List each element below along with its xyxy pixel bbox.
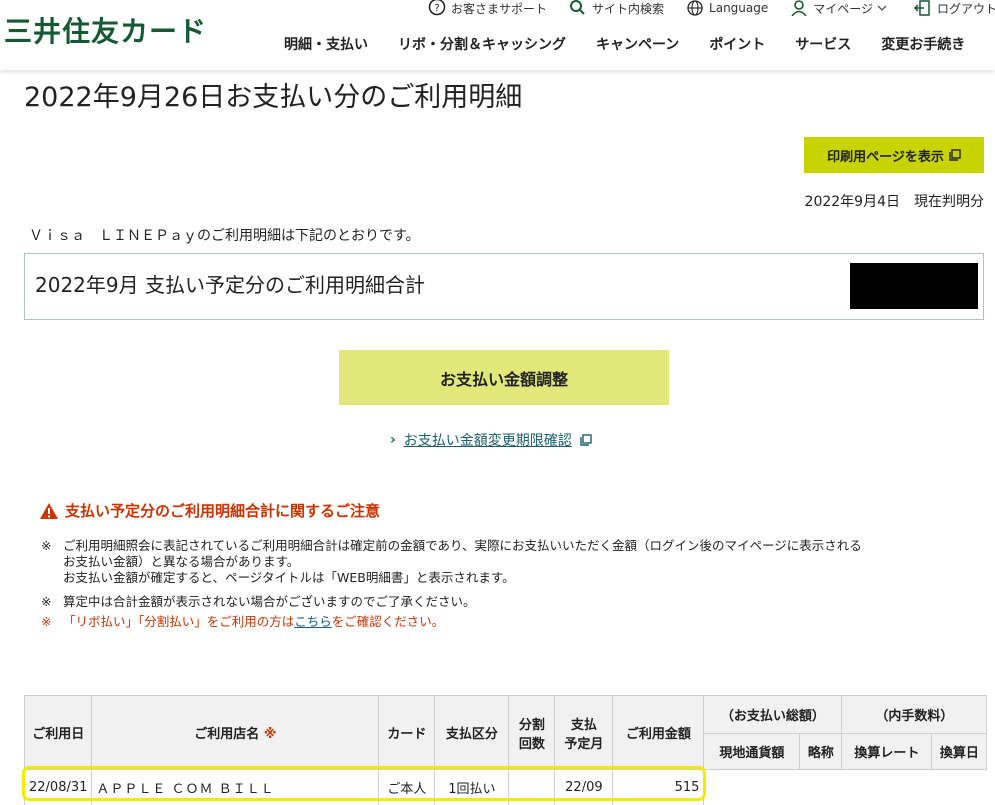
cell-conv-date [931, 769, 987, 805]
notice-line: お支払い金額が確定すると、ページタイトルは「WEB明細書」と表示されます。 [63, 570, 515, 585]
col-header-rate: 換算レート [841, 733, 933, 770]
site-header: 三井住友カード ? お客さまサポート サイト内検索 Language マイページ… [0, 0, 995, 70]
language-link[interactable]: Language [686, 0, 768, 16]
payment-adjust-button[interactable]: お支払い金額調整 [339, 350, 669, 405]
cell-store: ＡＰＰＬＥ ＣＯＭ ＢＩＬＬ [91, 769, 380, 805]
notice-line: お支払い金額）と異なる場合があります。 [63, 554, 300, 569]
gnav-campaign[interactable]: キャンペーン [596, 34, 679, 54]
col-header-fee-group: （内手数料） [841, 695, 988, 734]
payment-change-deadline-label: お支払い金額変更期限確認 [403, 433, 572, 449]
gnav-services[interactable]: サービス [795, 34, 851, 54]
gnav-statement[interactable]: 明細・支払い [284, 34, 368, 54]
col-header-store: ご利用店名 ※ [91, 695, 380, 770]
print-page-label: 印刷用ページを表示 [827, 149, 944, 165]
notice-line: ご利用明細照会に表記されているご利用明細合計は確定前の金額であり、実際にお支払い… [63, 538, 862, 553]
intro-text: Ｖｉｓａ ＬＩＮＥＰａｙのご利用明細は下記のとおりです。 [29, 228, 420, 244]
cell-date: 22/08/31 [23, 769, 93, 805]
external-window-icon [949, 149, 961, 161]
print-page-button[interactable]: 印刷用ページを表示 [804, 137, 984, 173]
svg-text:?: ? [434, 3, 439, 14]
utility-nav: ? お客さまサポート サイト内検索 Language マイページ ログアウト [428, 0, 995, 16]
cell-rate [841, 769, 932, 805]
statement-table: ご利用日 ご利用店名 ※ カード 支払区分 分割回数 支払予定月 ご利用金額 （… [23, 695, 988, 805]
col-header-total-group: （お支払い総額） [703, 695, 843, 734]
gnav-points[interactable]: ポイント [709, 34, 765, 54]
col-header-installments-2: 回数 [518, 736, 545, 752]
notice-item-3: ※ 「リボ払い」「分割払い」をご利用の方はこちらをご確認ください。 [41, 614, 444, 630]
cell-pay-type: 1回払い [434, 769, 510, 805]
col-header-local-amount: 現地通貨額 [703, 733, 801, 770]
chevron-right-icon: › [390, 432, 396, 448]
as-of-date: 2022年9月4日 現在判明分 [804, 194, 984, 210]
global-nav: 明細・支払い リボ・分割＆キャッシング キャンペーン ポイント サービス 変更お… [284, 34, 995, 54]
page-title: 2022年9月26日お支払い分のご利用明細 [24, 82, 523, 113]
col-header-month-2: 予定月 [564, 736, 604, 752]
revolving-info-link[interactable]: こちら [294, 614, 332, 629]
statement-total-box: 2022年9月 支払い予定分のご利用明細合計 [24, 253, 984, 320]
payment-change-deadline-link[interactable]: › お支払い金額変更期限確認 [390, 430, 592, 450]
cell-installments [508, 769, 556, 805]
gnav-procedures[interactable]: 変更お手続き [881, 34, 965, 54]
brand-logo[interactable]: 三井住友カード [4, 10, 207, 50]
globe-icon [687, 0, 703, 16]
redacted-total-amount [850, 263, 978, 309]
statement-total-label: 2022年9月 支払い予定分のご利用明細合計 [35, 273, 425, 297]
logout-icon [914, 0, 930, 16]
note-mark: ※ [41, 614, 52, 629]
site-search-link[interactable]: サイト内検索 [569, 0, 664, 16]
mypage-link[interactable]: マイページ [790, 0, 892, 16]
col-header-amount: ご利用金額 [612, 695, 705, 770]
notice-line: 「リボ払い」「分割払い」をご利用の方は [63, 614, 295, 629]
note-mark: ※ [41, 594, 52, 609]
note-mark: ※ [41, 538, 52, 553]
site-search-label: サイト内検索 [592, 1, 665, 16]
notice-item-2: ※ 算定中は合計金額が表示されない場合がございますのでご了承ください。 [41, 594, 476, 610]
support-label: お客さまサポート [451, 1, 548, 16]
table-row: 22/08/31 ＡＰＰＬＥ ＣＯＭ ＢＩＬＬ ご本人 1回払い 22/09 5… [23, 769, 987, 805]
col-header-abbr: 略称 [799, 733, 843, 770]
notice-item-1: ※ ご利用明細照会に表記されているご利用明細合計は確定前の金額であり、実際にお支… [41, 538, 862, 586]
col-header-conv-date: 換算日 [931, 733, 988, 770]
cell-month: 22/09 [554, 769, 614, 805]
cell-card: ご本人 [378, 769, 436, 805]
logout-label: ログアウト [937, 1, 995, 16]
notice-title: 支払い予定分のご利用明細合計に関するご注意 [39, 500, 380, 521]
notice-line: 算定中は合計金額が表示されない場合がございますのでご了承ください。 [63, 594, 476, 609]
col-header-card: カード [378, 695, 436, 770]
cell-abbr [799, 769, 842, 805]
col-header-pay-type: 支払区分 [434, 695, 510, 770]
external-window-icon [580, 434, 592, 446]
notice-line: をご確認ください。 [331, 614, 445, 629]
help-circle-icon: ? [428, 0, 446, 16]
warning-icon [40, 502, 58, 519]
cell-local-amount [703, 769, 800, 805]
col-header-installments-1: 分割 [518, 717, 545, 733]
col-header-installments: 分割 回数 [508, 695, 556, 770]
notice-title-text: 支払い予定分のご利用明細合計に関するご注意 [65, 502, 381, 520]
language-label: Language [709, 1, 769, 15]
support-link[interactable]: ? お客さまサポート [428, 0, 547, 16]
chevron-down-icon [877, 5, 887, 11]
col-header-month: 支払 予定月 [554, 695, 614, 770]
logout-link[interactable]: ログアウト [914, 0, 995, 16]
cell-amount: 515 [612, 769, 705, 805]
user-icon [791, 0, 807, 16]
gnav-revolving[interactable]: リボ・分割＆キャッシング [398, 34, 566, 54]
col-header-store-label: ご利用店名 [194, 727, 260, 742]
mypage-label: マイページ [813, 1, 874, 16]
store-note-mark: ※ [263, 727, 277, 742]
col-header-month-1: 支払 [570, 717, 597, 733]
search-icon [570, 0, 585, 15]
col-header-date: ご利用日 [23, 695, 93, 770]
